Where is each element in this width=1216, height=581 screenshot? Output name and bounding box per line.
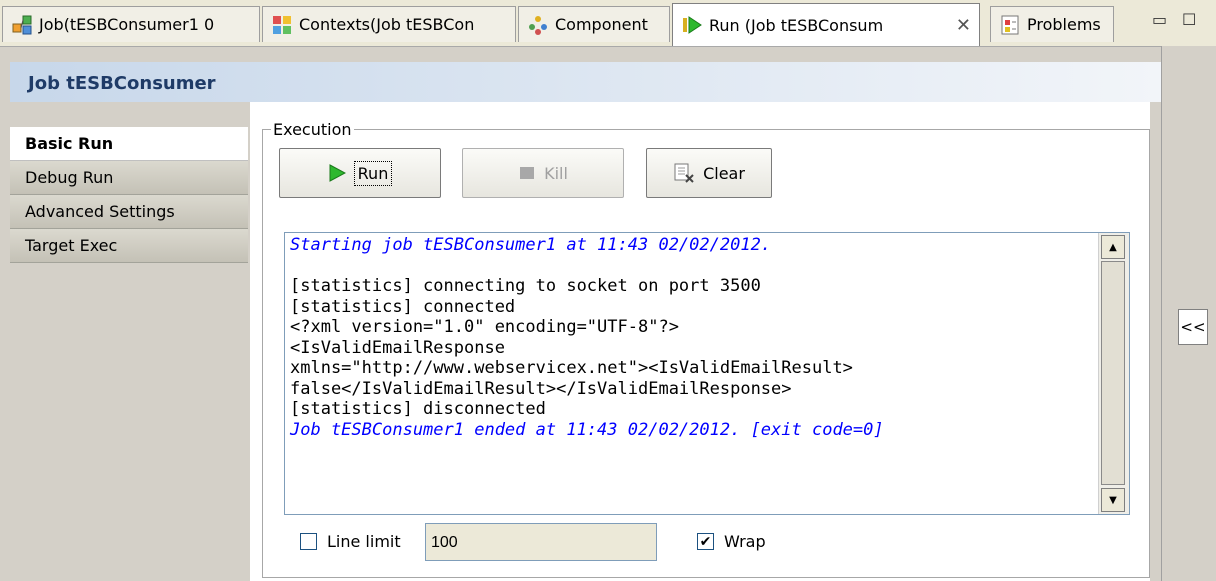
console-line: Starting job tESBConsumer1 at 11:43 02/0…: [290, 235, 772, 255]
job-icon: [11, 14, 33, 36]
console-line: [statistics] disconnected: [290, 399, 546, 419]
play-icon: [328, 164, 346, 182]
wrap-option[interactable]: ✔ Wrap: [697, 532, 766, 551]
console-line: <IsValidEmailResponse: [290, 337, 505, 358]
maximize-icon[interactable]: ☐: [1182, 10, 1196, 29]
tab-run[interactable]: Run (Job tESBConsum ✕: [672, 3, 980, 46]
tab-job[interactable]: Job(tESBConsumer1 0: [2, 6, 260, 42]
stop-icon: [518, 164, 536, 182]
tab-label: Component: [555, 15, 648, 34]
tab-contexts[interactable]: Contexts(Job tESBCon: [262, 6, 516, 42]
run-button-label: Run: [353, 160, 393, 186]
line-limit-label: Line limit: [327, 532, 401, 551]
console-line: <?xml version="1.0" encoding="UTF-8"?>: [290, 317, 679, 337]
wrap-checkbox[interactable]: ✔: [697, 533, 714, 550]
clear-icon: [673, 163, 695, 183]
panel-separator: [1150, 102, 1161, 581]
page-title: Job tESBConsumer: [28, 73, 216, 94]
problems-icon: [999, 14, 1021, 36]
minimize-icon[interactable]: ▭: [1152, 10, 1167, 29]
component-icon: [527, 14, 549, 36]
console-output[interactable]: Starting job tESBConsumer1 at 11:43 02/0…: [284, 232, 1130, 515]
console-line: xmlns="http://www.webservicex.net"><IsVa…: [290, 358, 853, 378]
clear-button-label: Clear: [703, 163, 745, 183]
console-line: false</IsValidEmailResult></IsValidEmail…: [290, 378, 792, 399]
expand-panel-button[interactable]: <<: [1178, 309, 1208, 345]
tab-label: Contexts(Job tESBCon: [299, 15, 475, 34]
console-scrollbar[interactable]: ▲ ▼: [1098, 233, 1129, 514]
nav-item-debug-run[interactable]: Debug Run: [10, 161, 248, 195]
console-line: [statistics] connected: [290, 296, 516, 317]
tab-label: Run (Job tESBConsum: [709, 15, 884, 35]
kill-button[interactable]: Kill: [462, 148, 624, 198]
nav-item-target-exec[interactable]: Target Exec: [10, 229, 248, 263]
run-button[interactable]: Run: [279, 148, 441, 198]
contexts-icon: [271, 14, 293, 36]
tab-label: Problems: [1027, 15, 1101, 34]
tab-component[interactable]: Component: [518, 6, 670, 42]
console-line: [statistics] connecting to socket on por…: [290, 276, 761, 296]
clear-button[interactable]: Clear: [646, 148, 772, 198]
kill-button-label: Kill: [544, 163, 568, 183]
line-limit-option[interactable]: Line limit: [300, 532, 401, 551]
execution-legend: Execution: [273, 120, 352, 139]
line-limit-input[interactable]: 100: [425, 523, 657, 561]
tab-label: Job(tESBConsumer1 0: [39, 15, 215, 34]
page-header: Job tESBConsumer: [10, 62, 1161, 102]
scroll-up-arrow-icon[interactable]: ▲: [1101, 235, 1125, 259]
close-icon[interactable]: ✕: [946, 15, 971, 36]
wrap-label: Wrap: [724, 532, 766, 551]
scroll-down-arrow-icon[interactable]: ▼: [1101, 488, 1125, 512]
console-text: Starting job tESBConsumer1 at 11:43 02/0…: [290, 235, 1098, 440]
nav-item-basic-run[interactable]: Basic Run: [10, 127, 248, 161]
run-icon: [681, 14, 703, 36]
editor-tab-bar: Job(tESBConsumer1 0 Contexts(Job tESBCon…: [0, 0, 1216, 47]
scroll-thumb[interactable]: [1101, 261, 1125, 485]
line-limit-checkbox[interactable]: [300, 533, 317, 550]
run-mode-nav: Basic Run Debug Run Advanced Settings Ta…: [10, 120, 251, 581]
nav-item-advanced-settings[interactable]: Advanced Settings: [10, 195, 248, 229]
console-line: Job tESBConsumer1 ended at 11:43 02/02/2…: [290, 419, 884, 440]
tab-problems[interactable]: Problems: [990, 6, 1114, 42]
